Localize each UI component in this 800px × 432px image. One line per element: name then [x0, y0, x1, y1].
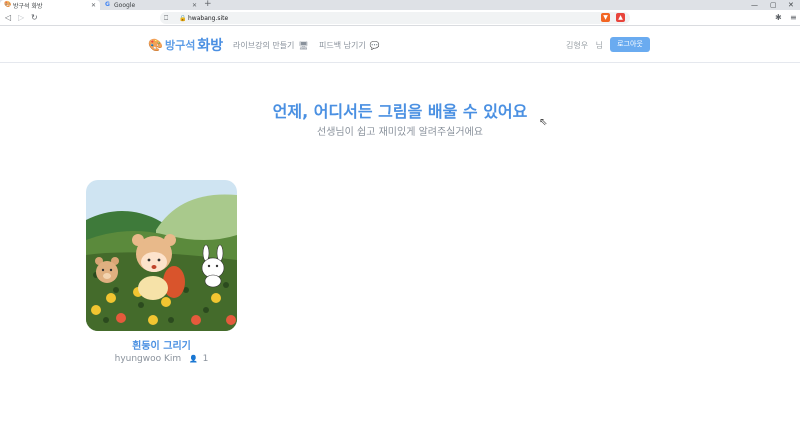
- hero-subtitle: 선생님이 쉽고 재미있게 알려주실거에요: [317, 127, 483, 138]
- menu-icon[interactable]: ≡: [790, 13, 797, 23]
- back-icon[interactable]: ◁: [5, 13, 11, 23]
- participants-icon: 👤: [189, 355, 198, 363]
- site-header: 🎨 방구석 화방 라이브강의 만들기 🖥 피드백 남기기 💬 김형우 님 로그아…: [0, 26, 800, 63]
- nav-feedback[interactable]: 피드백 남기기 💬: [319, 40, 380, 51]
- brand-small: 방구석: [164, 39, 196, 52]
- nav-label: 피드백 남기기: [319, 41, 366, 50]
- minimize-icon[interactable]: —: [751, 0, 758, 10]
- extensions-icon[interactable]: ✱: [775, 13, 782, 23]
- monitor-icon: 🖥: [298, 41, 309, 50]
- palette-icon: 🎨: [148, 38, 163, 52]
- tab-google[interactable]: G Google ✕: [101, 0, 201, 10]
- extension-alert-icon[interactable]: ▲: [616, 13, 625, 22]
- brand-large: 화방: [197, 38, 224, 54]
- tab-label: 방구석 화방: [13, 2, 43, 10]
- brave-shield-icon[interactable]: ▼: [601, 13, 610, 22]
- hero-title: 언제, 어디서든 그림을 배울 수 있어요: [272, 102, 528, 121]
- close-icon[interactable]: ✕: [192, 2, 197, 9]
- bookmark-icon[interactable]: ⎕: [164, 14, 168, 23]
- tab-label: Google: [114, 1, 136, 9]
- new-tab-button[interactable]: +: [204, 0, 212, 9]
- tab-hwabang[interactable]: 🎨 방구석 화방 ✕: [0, 0, 100, 10]
- course-author: hyungwoo Kim: [114, 354, 182, 364]
- participant-count: 1: [202, 354, 209, 364]
- course-title[interactable]: 흰둥이 그리기: [86, 337, 237, 352]
- browser-tabbar: 🎨 방구석 화방 ✕ G Google ✕ + — ▢ ✕: [0, 0, 800, 10]
- google-icon: G: [105, 1, 110, 8]
- url-text: hwabang.site: [188, 14, 229, 22]
- course-thumbnail[interactable]: [86, 180, 237, 331]
- forward-icon[interactable]: ▷: [18, 13, 24, 23]
- nav-label: 라이브강의 만들기: [233, 41, 295, 50]
- course-meta: hyungwoo Kim 👤 1: [86, 354, 237, 364]
- browser-toolbar: ◁ ▷ ↻ ⎕ 🔒 hwabang.site ⧉ ▼ ▲ ✱ ≡: [0, 10, 800, 26]
- lock-icon: 🔒: [179, 14, 187, 22]
- nav-create-live[interactable]: 라이브강의 만들기 🖥: [233, 40, 309, 51]
- user-greeting: 김형우 님: [566, 40, 603, 51]
- palette-icon: 🎨: [4, 1, 12, 8]
- user-name: 김형우: [566, 41, 589, 50]
- close-window-icon[interactable]: ✕: [788, 0, 794, 10]
- site-logo[interactable]: 🎨 방구석 화방: [148, 35, 223, 55]
- address-bar[interactable]: ⎕ 🔒 hwabang.site ⧉: [160, 12, 630, 24]
- close-icon[interactable]: ✕: [91, 2, 96, 9]
- mouse-cursor-icon: ⇖: [539, 117, 548, 128]
- chat-icon: 💬: [369, 41, 380, 50]
- user-suffix: 님: [595, 41, 604, 50]
- reload-icon[interactable]: ↻: [31, 13, 38, 23]
- maximize-icon[interactable]: ▢: [770, 0, 777, 10]
- logout-button[interactable]: 로그아웃: [610, 37, 650, 52]
